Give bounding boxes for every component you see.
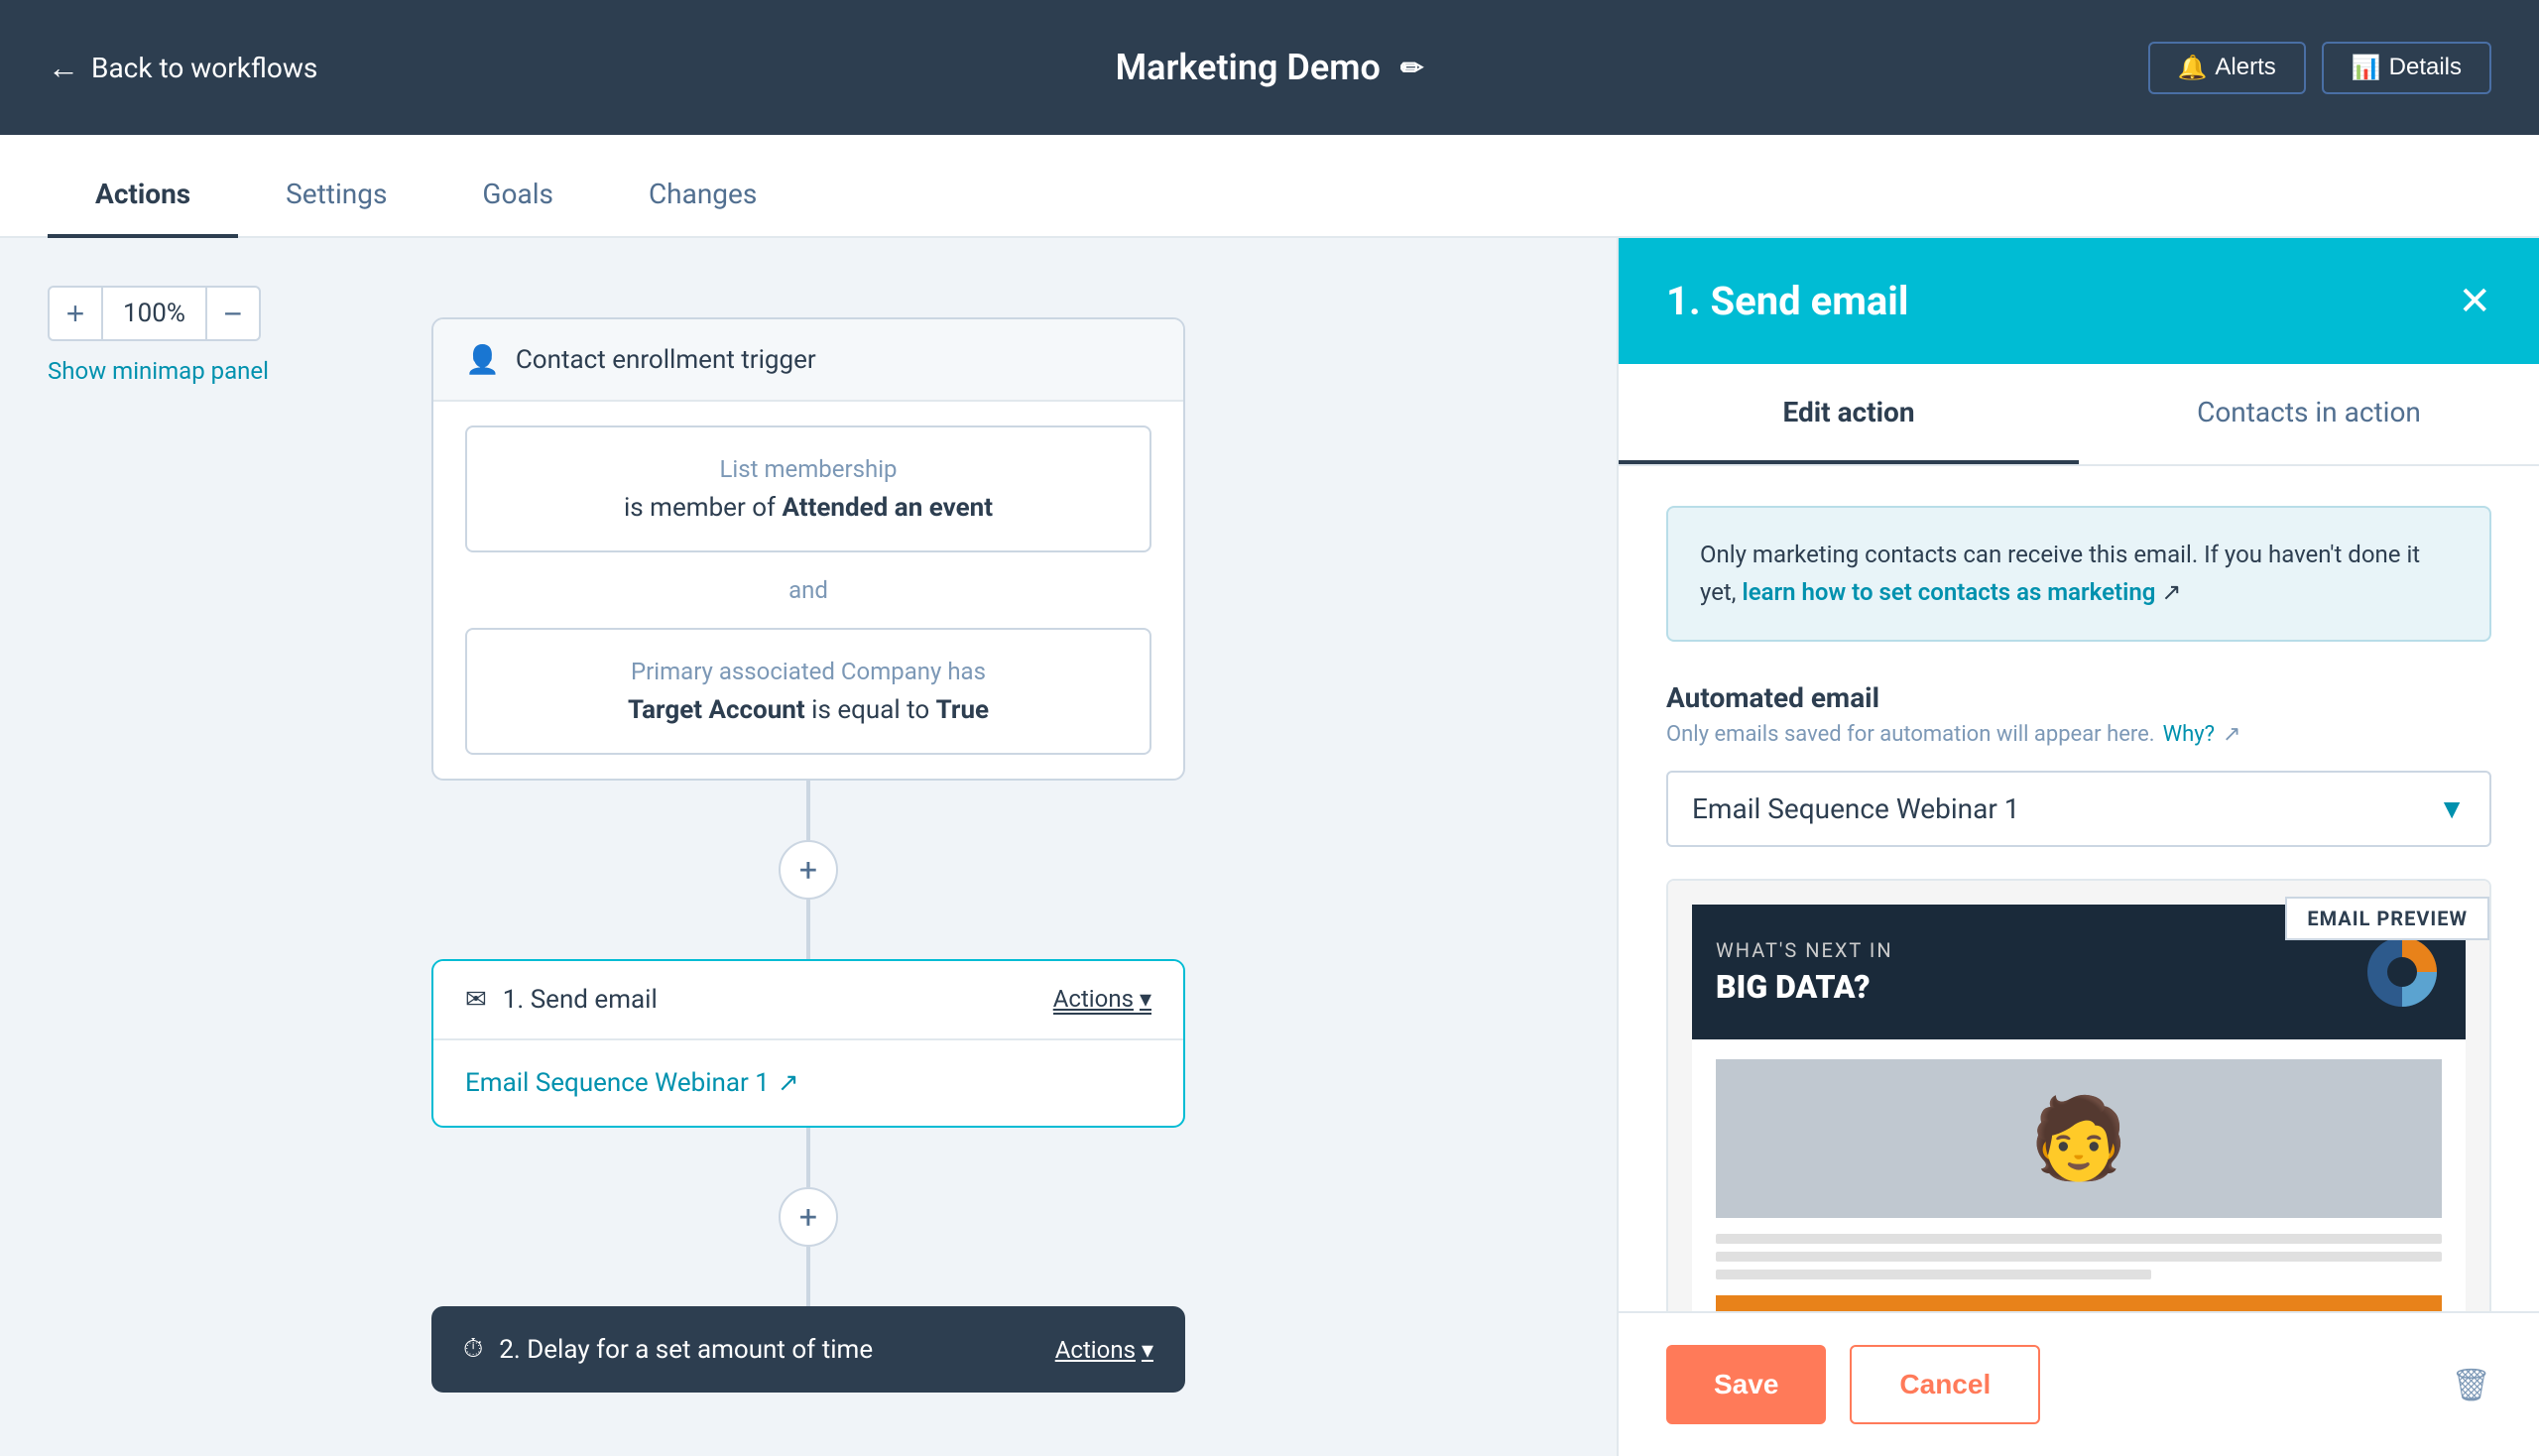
delay-node: ⏱ 2. Delay for a set amount of time Acti… (431, 1306, 1185, 1393)
zoom-level-display: 100% (103, 286, 205, 341)
right-panel: 1. Send email ✕ Edit action Contacts in … (1617, 238, 2539, 1456)
condition2-value: Target Account is equal to True (499, 695, 1118, 725)
condition1-value: is member of Attended an event (499, 493, 1118, 523)
minimap-link[interactable]: Show minimap panel (48, 357, 269, 385)
tab-bar: Actions Settings Goals Changes (0, 135, 2539, 238)
delay-chevron-icon: ▾ (1142, 1336, 1153, 1364)
delete-action-button[interactable]: 🗑 (2451, 1366, 2491, 1403)
cancel-button[interactable]: Cancel (1850, 1345, 2040, 1424)
info-box: Only marketing contacts can receive this… (1666, 506, 2491, 642)
back-arrow-icon: ← (48, 49, 79, 86)
footer-buttons-left: Save Cancel (1666, 1345, 2040, 1424)
automated-email-title: Automated email (1666, 681, 2491, 714)
dropdown-arrow-icon: ▼ (2438, 792, 2466, 825)
action-body-1: Email Sequence Webinar 1 ↗ (433, 1040, 1183, 1126)
connector-line-1 (806, 781, 810, 840)
tab-actions[interactable]: Actions (48, 178, 238, 238)
close-panel-button[interactable]: ✕ (2458, 279, 2491, 324)
ep-image-placeholder: 🧑 (1716, 1059, 2442, 1218)
workflow-title: Marketing Demo (1116, 47, 1381, 88)
nav-buttons: 🔔 Alerts 📊 Details (2148, 42, 2492, 94)
details-icon: 📊 (2352, 54, 2381, 82)
back-to-workflows-link[interactable]: ← Back to workflows (48, 49, 317, 86)
dropdown-selected-value: Email Sequence Webinar 1 (1692, 792, 2020, 825)
external-link-small-icon: ↗ (2161, 578, 2181, 606)
delay-icon: ⏱ (463, 1334, 483, 1365)
panel-tabs: Edit action Contacts in action (1619, 364, 2539, 466)
tab-settings[interactable]: Settings (238, 178, 434, 238)
and-divider: and (465, 572, 1151, 608)
email-sequence-dropdown[interactable]: Email Sequence Webinar 1 ▼ (1666, 771, 2491, 847)
panel-content: Only marketing contacts can receive this… (1619, 466, 2539, 1311)
details-button[interactable]: 📊 Details (2322, 42, 2491, 94)
trigger-header: 👤 Contact enrollment trigger (433, 319, 1183, 402)
dropdown-chevron-icon: ▾ (1140, 985, 1151, 1013)
condition-card-1[interactable]: List membership is member of Attended an… (465, 425, 1151, 552)
email-preview-badge: EMAIL PREVIEW (2285, 897, 2489, 940)
condition1-label: List membership (499, 455, 1118, 483)
connector-line-2 (806, 900, 810, 959)
tab-goals[interactable]: Goals (434, 178, 601, 238)
tab-changes[interactable]: Changes (601, 178, 804, 238)
connector-line-3 (806, 1128, 810, 1187)
contact-icon: 👤 (465, 343, 500, 376)
panel-header: 1. Send email ✕ (1619, 238, 2539, 364)
why-link[interactable]: Why? (2163, 722, 2215, 747)
email-preview-container: EMAIL PREVIEW WHAT'S NEXT IN BIG DATA? (1666, 879, 2491, 1311)
panel-tab-contacts-in-action[interactable]: Contacts in action (2079, 364, 2539, 464)
action1-actions-dropdown[interactable]: Actions ▾ (1053, 985, 1151, 1015)
info-link[interactable]: learn how to set contacts as marketing (1742, 578, 2155, 606)
panel-title: 1. Send email (1666, 278, 1908, 324)
person-silhouette-icon: 🧑 (2029, 1092, 2128, 1185)
email-sequence-link[interactable]: Email Sequence Webinar 1 ↗ (465, 1068, 1151, 1098)
ep-growth-box: GROWTH REPORT: TEXTILE MANUFACTURING (1716, 1295, 2442, 1311)
ep-header-text: WHAT'S NEXT IN BIG DATA? (1716, 938, 1893, 1006)
ep-body: 🧑 GROWTH REPORT: TEXTILE MANUFACTURING (1692, 1039, 2466, 1311)
back-label: Back to workflows (91, 52, 317, 84)
action-title-1: 1. Send email (503, 985, 658, 1015)
alerts-button[interactable]: 🔔 Alerts (2148, 42, 2306, 94)
send-email-node: ✉ 1. Send email Actions ▾ Email Sequence… (431, 959, 1185, 1128)
delay-actions-dropdown[interactable]: Actions ▾ (1055, 1336, 1153, 1364)
zoom-controls: + 100% − (48, 286, 261, 341)
trigger-node: 👤 Contact enrollment trigger List member… (431, 317, 1185, 781)
action-title-group-1: ✉ 1. Send email (465, 985, 658, 1015)
action-header-1: ✉ 1. Send email Actions ▾ (433, 961, 1183, 1040)
save-button[interactable]: Save (1666, 1345, 1826, 1424)
top-nav: ← Back to workflows Marketing Demo ✏ 🔔 A… (0, 0, 2539, 135)
add-step-button-1[interactable]: + (779, 840, 838, 900)
ep-line-2 (1716, 1252, 2442, 1262)
zoom-out-button[interactable]: − (205, 286, 261, 341)
delay-title: ⏱ 2. Delay for a set amount of time (463, 1334, 873, 1365)
main-area: + 100% − Show minimap panel 👤 Contact en… (0, 238, 2539, 1456)
condition2-label: Primary associated Company has (499, 658, 1118, 685)
zoom-in-button[interactable]: + (48, 286, 103, 341)
condition-card-2[interactable]: Primary associated Company has Target Ac… (465, 628, 1151, 755)
panel-footer: Save Cancel 🗑 (1619, 1311, 2539, 1456)
email-icon: ✉ (465, 985, 487, 1015)
trigger-label: Contact enrollment trigger (516, 345, 816, 375)
ep-line-3 (1716, 1270, 2151, 1279)
nav-title-group: Marketing Demo ✏ (1116, 47, 1424, 88)
add-step-button-2[interactable]: + (779, 1187, 838, 1247)
external-link-icon: ↗ (778, 1068, 799, 1098)
trigger-body: List membership is member of Attended an… (433, 402, 1183, 779)
ep-line-1 (1716, 1234, 2442, 1244)
automated-email-subtitle: Only emails saved for automation will ap… (1666, 722, 2491, 747)
alerts-icon: 🔔 (2178, 54, 2208, 82)
workflow-canvas: + 100% − Show minimap panel 👤 Contact en… (0, 238, 1617, 1456)
panel-tab-edit-action[interactable]: Edit action (1619, 364, 2079, 464)
ep-pie-chart (2362, 932, 2442, 1012)
email-preview-inner: WHAT'S NEXT IN BIG DATA? 🧑 (1668, 881, 2489, 1311)
connector-line-4 (806, 1247, 810, 1306)
ep-text-lines (1716, 1234, 2442, 1279)
why-external-icon: ↗ (2223, 722, 2240, 747)
workflow-container: 👤 Contact enrollment trigger List member… (40, 317, 1577, 1393)
edit-title-icon[interactable]: ✏ (1400, 52, 1423, 84)
